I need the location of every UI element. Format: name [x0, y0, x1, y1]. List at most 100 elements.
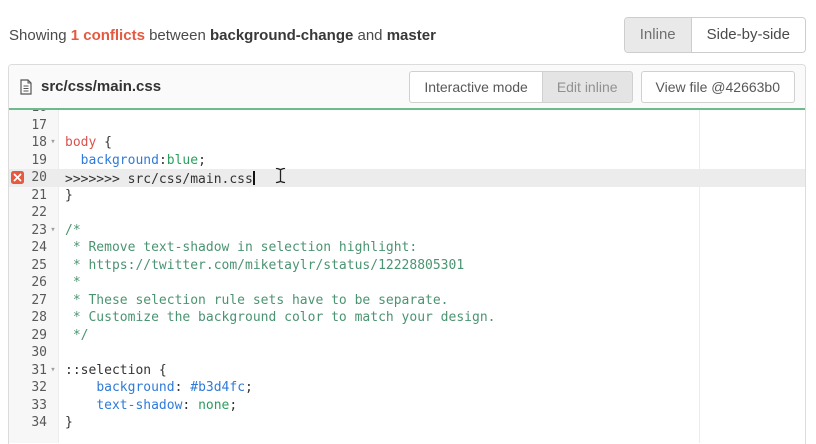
code-line[interactable]: 17 — [9, 117, 805, 135]
line-number: 22 — [27, 204, 47, 222]
line-number: 30 — [27, 344, 47, 362]
code-editor[interactable]: 161718▾body {19 background:blue;20>>>>>>… — [9, 110, 805, 443]
conflict-marker-cell — [9, 169, 27, 187]
code-line-text: } — [59, 414, 73, 432]
conflict-count: 1 conflicts — [71, 27, 145, 44]
code-line[interactable]: 25 * https://twitter.com/miketaylr/statu… — [9, 257, 805, 275]
fold-arrow-icon[interactable]: ▾ — [47, 134, 59, 152]
marker-cell — [9, 117, 27, 135]
code-line[interactable]: 33 text-shadow: none; — [9, 397, 805, 415]
summary-showing: Showing — [9, 27, 67, 44]
fold-cell — [47, 204, 59, 222]
fold-cell — [47, 239, 59, 257]
marker-cell — [9, 257, 27, 275]
code-line-text: background: #b3d4fc; — [59, 379, 253, 397]
file-name: src/css/main.css — [41, 78, 161, 95]
fold-cell — [47, 414, 59, 432]
code-line[interactable]: 32 background: #b3d4fc; — [9, 379, 805, 397]
marker-cell — [9, 134, 27, 152]
fold-arrow-icon[interactable]: ▾ — [47, 362, 59, 380]
fold-cell — [47, 292, 59, 310]
code-line[interactable]: 21} — [9, 187, 805, 205]
fold-cell — [47, 309, 59, 327]
code-line-text: */ — [59, 327, 88, 345]
fold-cell — [47, 274, 59, 292]
line-number: 24 — [27, 239, 47, 257]
fold-cell — [47, 152, 59, 170]
line-number: 34 — [27, 414, 47, 432]
resolve-mode-button-group: Interactive mode Edit inline — [409, 71, 632, 103]
code-rows: 161718▾body {19 background:blue;20>>>>>>… — [9, 110, 805, 432]
view-mode-toggle: Inline Side-by-side — [624, 17, 806, 53]
marker-cell — [9, 222, 27, 240]
marker-cell — [9, 344, 27, 362]
fold-cell — [47, 344, 59, 362]
interactive-mode-button[interactable]: Interactive mode — [409, 71, 542, 103]
fold-arrow-icon[interactable]: ▾ — [47, 222, 59, 240]
line-number: 21 — [27, 187, 47, 205]
code-line-text: /* — [59, 222, 81, 240]
file-header: src/css/main.css Interactive mode Edit i… — [9, 65, 805, 110]
marker-cell — [9, 414, 27, 432]
text-caret — [253, 171, 255, 185]
conflicts-summary-bar: Showing 1 conflicts between background-c… — [0, 0, 816, 54]
marker-cell — [9, 309, 27, 327]
line-number: 28 — [27, 309, 47, 327]
fold-cell — [47, 379, 59, 397]
marker-cell — [9, 152, 27, 170]
code-line[interactable]: 23▾/* — [9, 222, 805, 240]
line-number: 31 — [27, 362, 47, 380]
line-number: 33 — [27, 397, 47, 415]
marker-cell — [9, 274, 27, 292]
code-line[interactable]: 29 */ — [9, 327, 805, 345]
code-line[interactable]: 22 — [9, 204, 805, 222]
edit-inline-button[interactable]: Edit inline — [542, 71, 633, 103]
code-line[interactable]: 19 background:blue; — [9, 152, 805, 170]
file-header-actions: Interactive mode Edit inline View file @… — [409, 71, 795, 103]
code-line-text: background:blue; — [59, 152, 206, 170]
code-line-text: >>>>>>> src/css/main.css — [59, 169, 286, 187]
line-number: 27 — [27, 292, 47, 310]
line-number: 19 — [27, 152, 47, 170]
code-line[interactable]: 24 * Remove text-shadow in selection hig… — [9, 239, 805, 257]
line-number: 23 — [27, 222, 47, 240]
code-line-text: } — [59, 187, 73, 205]
fold-cell — [47, 187, 59, 205]
i-beam-cursor-icon — [275, 167, 286, 190]
marker-cell — [9, 362, 27, 380]
file-conflict-panel: src/css/main.css Interactive mode Edit i… — [8, 64, 806, 444]
target-branch: master — [387, 27, 436, 44]
marker-cell — [9, 239, 27, 257]
code-line[interactable]: 31▾::selection { — [9, 362, 805, 380]
inline-toggle-button[interactable]: Inline — [625, 18, 692, 52]
side-by-side-toggle-button[interactable]: Side-by-side — [692, 18, 805, 52]
code-line[interactable]: 18▾body { — [9, 134, 805, 152]
marker-cell — [9, 397, 27, 415]
summary-text: Showing 1 conflicts between background-c… — [9, 27, 436, 44]
conflict-x-icon — [11, 171, 24, 184]
marker-cell — [9, 379, 27, 397]
line-number: 26 — [27, 274, 47, 292]
code-line[interactable]: 30 — [9, 344, 805, 362]
code-line[interactable]: 20 >>>>>>> src/css/main.css — [9, 169, 805, 187]
line-number: 32 — [27, 379, 47, 397]
document-icon — [19, 79, 33, 95]
summary-between: between — [149, 27, 206, 44]
line-number: 29 — [27, 327, 47, 345]
code-line-text: * — [59, 274, 81, 292]
view-file-button[interactable]: View file @42663b0 — [641, 71, 795, 103]
fold-cell — [47, 327, 59, 345]
code-line-text: * Customize the background color to matc… — [59, 309, 495, 327]
fold-cell — [47, 397, 59, 415]
line-number: 20 — [27, 169, 47, 187]
code-line[interactable]: 27 * These selection rule sets have to b… — [9, 292, 805, 310]
code-line-text: ::selection { — [59, 362, 167, 380]
fold-cell — [47, 257, 59, 275]
marker-cell — [9, 327, 27, 345]
code-line[interactable]: 34} — [9, 414, 805, 432]
source-branch: background-change — [210, 27, 353, 44]
code-line-text: text-shadow: none; — [59, 397, 237, 415]
code-line[interactable]: 26 * — [9, 274, 805, 292]
code-line-text — [59, 204, 65, 222]
code-line[interactable]: 28 * Customize the background color to m… — [9, 309, 805, 327]
